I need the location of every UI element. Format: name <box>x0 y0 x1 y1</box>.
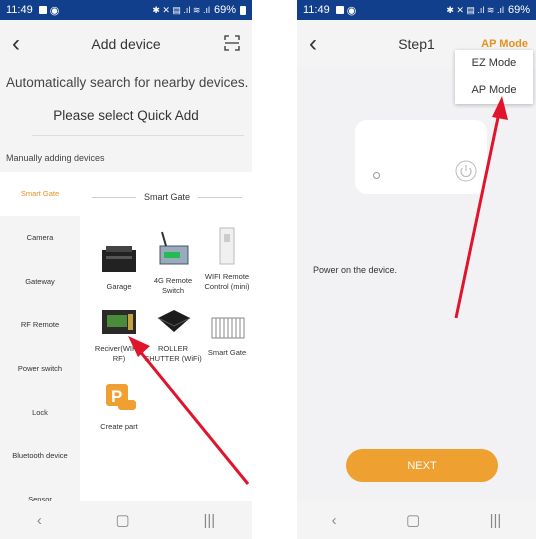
app-bar: ‹ Add device <box>0 20 252 68</box>
device-4g-remote-switch[interactable]: 4G Remote Switch <box>144 230 202 295</box>
signal-icons: ✱ ✕ ▤ .ıl ≋ .ıl <box>152 4 210 15</box>
led-indicator-icon <box>373 172 380 179</box>
status-bar: 11:49 ◉ ✱ ✕ ▤ .ıl ≋ .ıl 69% <box>297 0 536 20</box>
signal-icons: ✱ ✕ ▤ .ıl ≋ .ıl <box>446 4 504 15</box>
mode-select-link[interactable]: AP Mode <box>481 38 528 50</box>
device-illustration <box>355 120 487 194</box>
device-label: Reciver(WIFI+ RF) <box>94 344 144 363</box>
sidebar-item-smart-gate[interactable]: Smart Gate <box>0 172 80 216</box>
smart-gate-icon <box>211 317 245 339</box>
sidebar-item-gateway[interactable]: Gateway <box>0 259 80 303</box>
shield-notification-icon: ◉ <box>49 4 60 17</box>
status-time: 11:49 <box>303 4 330 16</box>
left-phone-screen: 11:49 ◉ ✱ ✕ ▤ .ıl ≋ .ıl 69% ‹ Add device… <box>0 0 252 539</box>
sidebar-item-lock[interactable]: Lock <box>0 390 80 434</box>
garage-controller-icon <box>102 246 136 272</box>
device-smart-gate[interactable]: Smart Gate <box>198 312 252 358</box>
device-wifi-remote-control-mini[interactable]: WIFI Remote Control (mini) <box>198 226 252 291</box>
device-create-part[interactable]: P Create part <box>90 382 148 432</box>
device-garage[interactable]: Garage <box>90 242 148 292</box>
device-label: 4G Remote Switch <box>153 276 193 295</box>
nav-home-icon[interactable]: ▢ <box>406 511 420 529</box>
nav-back-icon[interactable]: ‹ <box>37 512 42 529</box>
battery-icon <box>240 5 246 15</box>
dropdown-item-ap-mode[interactable]: AP Mode <box>455 77 533 104</box>
battery-percent: 69% <box>213 4 236 16</box>
status-bar: 11:49 ◉ ✱ ✕ ▤ .ıl ≋ .ıl 69% <box>0 0 252 20</box>
device-label: WIFI Remote Control (mini) <box>204 272 250 291</box>
device-label: ROLLER SHUTTER (WiFi) <box>144 344 202 363</box>
category-sidebar: Smart Gate Camera Gateway RF Remote Powe… <box>0 172 80 504</box>
nav-home-icon[interactable]: ▢ <box>116 511 130 529</box>
receiver-board-icon <box>102 310 136 334</box>
divider <box>32 135 244 136</box>
device-label: Garage <box>106 282 132 292</box>
sidebar-item-bluetooth-device[interactable]: Bluetooth device <box>0 434 80 478</box>
nav-recent-icon[interactable]: ||| <box>203 512 215 529</box>
scan-qr-icon[interactable] <box>224 35 240 51</box>
page-title: Add device <box>91 36 161 52</box>
power-on-instruction: Power on the device. <box>313 265 398 275</box>
image-notification-icon <box>335 6 344 14</box>
auto-search-text[interactable]: Automatically search for nearby devices. <box>6 75 248 90</box>
sidebar-item-camera[interactable]: Camera <box>0 216 80 260</box>
shield-notification-icon: ◉ <box>346 4 357 17</box>
power-icon <box>455 160 477 182</box>
next-button[interactable]: NEXT <box>346 449 498 482</box>
right-phone-screen: 11:49 ◉ ✱ ✕ ▤ .ıl ≋ .ıl 69% ‹ Step1 AP M… <box>297 0 536 539</box>
dropdown-item-ez-mode[interactable]: EZ Mode <box>455 50 533 77</box>
device-label: Create part <box>100 422 138 432</box>
device-grid: Smart Gate Garage 4G Remote Switch WIFI … <box>80 172 252 501</box>
sidebar-item-power-switch[interactable]: Power switch <box>0 347 80 391</box>
roller-shutter-icon <box>157 310 191 332</box>
quick-add-text[interactable]: Please select Quick Add <box>0 108 252 123</box>
nav-recent-icon[interactable]: ||| <box>490 512 502 529</box>
parking-icon: P <box>106 384 136 410</box>
wall-switch-icon <box>219 227 235 265</box>
android-nav-bar: ‹ ▢ ||| <box>297 501 536 539</box>
mode-dropdown: EZ Mode AP Mode <box>455 50 533 104</box>
device-label: Smart Gate <box>207 348 247 358</box>
battery-percent: 69% <box>507 4 530 16</box>
nav-back-icon[interactable]: ‹ <box>332 512 337 529</box>
android-nav-bar: ‹ ▢ ||| <box>0 501 252 539</box>
device-roller-shutter[interactable]: ROLLER SHUTTER (WiFi) <box>144 304 202 363</box>
category-header: Smart Gate <box>92 192 243 202</box>
device-receiver-wifi-rf[interactable]: Reciver(WIFI+ RF) <box>90 304 148 363</box>
manual-adding-label: Manually adding devices <box>6 153 105 163</box>
4g-switch-icon <box>159 231 189 265</box>
category-title: Smart Gate <box>144 192 191 202</box>
status-time: 11:49 <box>6 4 33 16</box>
sidebar-item-rf-remote[interactable]: RF Remote <box>0 303 80 347</box>
image-notification-icon <box>38 6 47 14</box>
